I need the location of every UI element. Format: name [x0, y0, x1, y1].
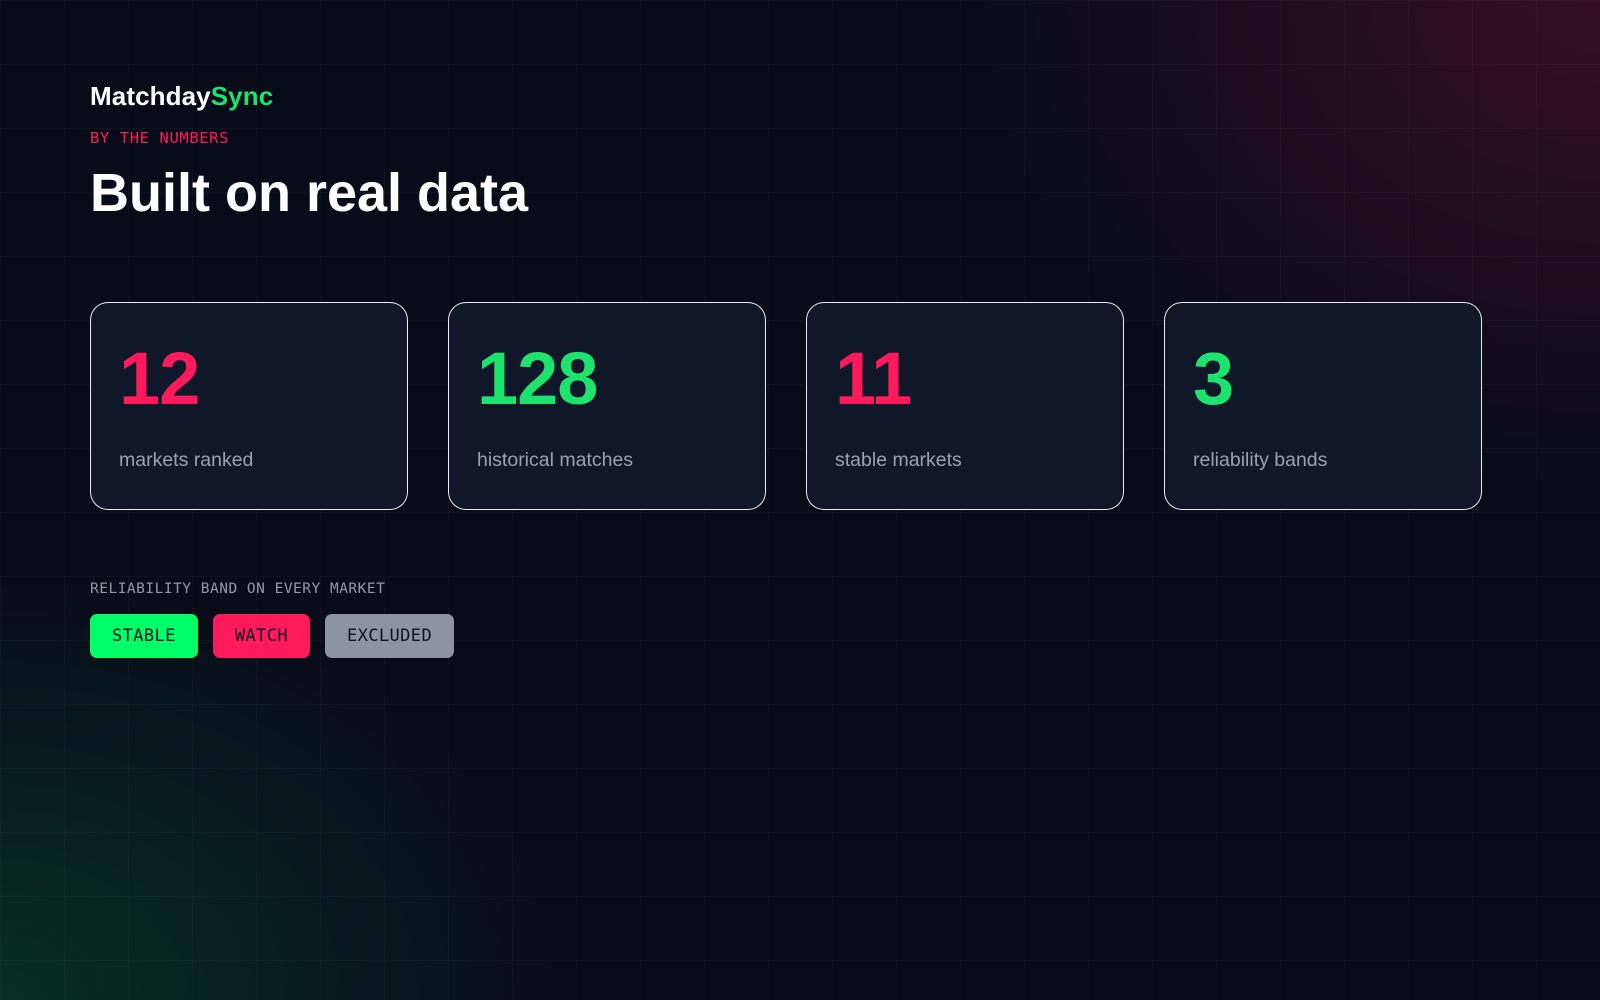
stat-label: reliability bands: [1193, 449, 1328, 471]
stat-value: 11: [835, 337, 912, 420]
brand-logo: MatchdaySync: [90, 80, 1510, 112]
stat-value: 128: [477, 337, 598, 420]
band-badge-excluded: EXCLUDED: [325, 614, 455, 658]
section-eyebrow: BY THE NUMBERS: [90, 129, 230, 147]
reliability-band-legend: STABLE WATCH EXCLUDED: [90, 614, 1510, 658]
stat-label: historical matches: [477, 449, 634, 471]
brand-logo-accent: Sync: [210, 81, 274, 111]
stat-cards: 12 markets ranked 128 historical matches…: [90, 302, 1510, 510]
stat-label: markets ranked: [119, 449, 254, 471]
band-badge-watch: WATCH: [212, 614, 310, 658]
stat-value: 12: [119, 337, 200, 420]
stat-card-historical-matches: 128 historical matches: [448, 302, 766, 510]
stat-card-stable-markets: 11 stable markets: [806, 302, 1124, 510]
stat-card-reliability-bands: 3 reliability bands: [1164, 302, 1482, 510]
brand-logo-primary: Matchday: [90, 81, 211, 111]
band-badge-stable: STABLE: [90, 614, 198, 658]
stat-value: 3: [1193, 337, 1234, 420]
page-content: MatchdaySync BY THE NUMBERS Built on rea…: [90, 80, 1510, 658]
stat-card-markets-ranked: 12 markets ranked: [90, 302, 408, 510]
page-title: Built on real data: [90, 163, 529, 223]
reliability-band-title: RELIABILITY BAND ON EVERY MARKET: [90, 581, 386, 597]
stat-label: stable markets: [835, 449, 962, 471]
